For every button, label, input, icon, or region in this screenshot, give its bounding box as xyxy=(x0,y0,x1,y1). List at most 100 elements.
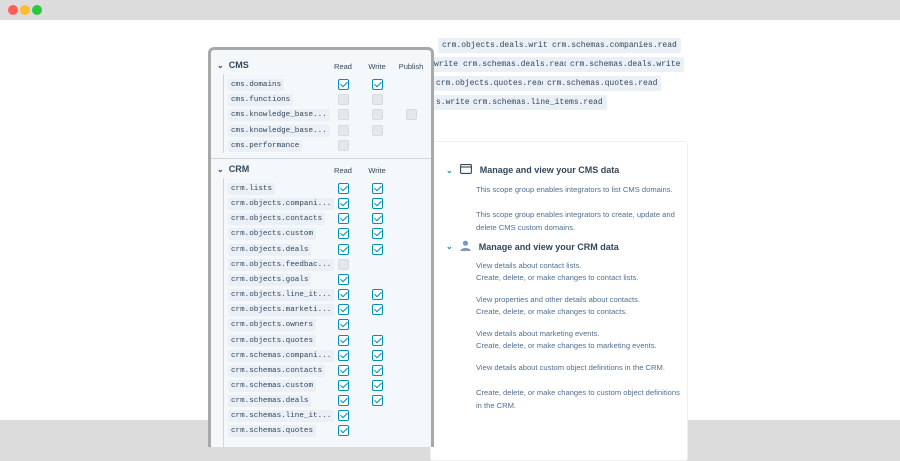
chevron-down-icon: ⌄ xyxy=(446,165,453,175)
scope-row: crm.schemas.contacts xyxy=(228,364,428,379)
scope-name: crm.schemas.line_it... xyxy=(228,410,335,423)
write-permission-checkbox[interactable] xyxy=(372,124,383,136)
scope-row: crm.objects.quotes xyxy=(228,334,428,349)
crm-group-title: CRM xyxy=(228,164,250,174)
scope-row: crm.objects.contacts xyxy=(228,212,428,227)
write-permission-checkbox[interactable] xyxy=(372,213,383,225)
contact-person-icon xyxy=(460,240,471,253)
scope-row: crm.objects.compani... xyxy=(228,197,428,212)
crm-scope-group-toggle[interactable]: ⌄ Manage and view your CRM data xyxy=(446,240,619,253)
scope-name: crm.objects.custom xyxy=(228,228,317,241)
scope-row: crm.objects.owners xyxy=(228,318,428,333)
write-permission-checkbox[interactable] xyxy=(372,289,383,301)
write-permission-checkbox[interactable] xyxy=(372,94,383,106)
crm-desc-contacts-write: Create, delete, or make changes to conta… xyxy=(476,307,628,316)
read-permission-checkbox[interactable] xyxy=(338,228,349,240)
write-permission-checkbox[interactable] xyxy=(372,364,383,376)
read-permission-checkbox[interactable] xyxy=(338,304,349,316)
read-permission-checkbox[interactable] xyxy=(338,213,349,225)
scope-name: crm.schemas.contacts xyxy=(228,364,326,377)
scope-row: crm.schemas.deals xyxy=(228,394,428,409)
read-permission-checkbox[interactable] xyxy=(338,364,349,376)
cms-section-heading: Manage and view your CMS data xyxy=(479,165,620,175)
scope-row: cms.domains xyxy=(228,78,428,93)
read-permission-checkbox[interactable] xyxy=(338,273,349,285)
crm-desc-contacts-read: View properties and other details about … xyxy=(476,295,641,304)
scopes-selection-panel: ⌄ CMS Read Write Publish cms.domains cms.… xyxy=(208,47,434,447)
scope-name: crm.schemas.quotes xyxy=(228,425,317,438)
read-permission-checkbox[interactable] xyxy=(338,395,349,407)
write-permission-checkbox[interactable] xyxy=(372,79,383,90)
scope-row: cms.knowledge_base... xyxy=(228,108,428,123)
read-permission-checkbox[interactable] xyxy=(338,243,349,255)
cms-publish-column-header: Publish xyxy=(398,62,424,71)
read-permission-checkbox[interactable] xyxy=(338,319,349,331)
scope-description-card: ⌄ Manage and view your CMS data This sco… xyxy=(430,141,688,461)
window-titlebar xyxy=(0,0,900,20)
scope-tag: crm.objects.quotes.read xyxy=(432,76,551,91)
write-permission-checkbox[interactable] xyxy=(372,304,383,316)
scope-row: crm.lists xyxy=(228,182,428,197)
scope-name: crm.objects.owners xyxy=(228,319,317,332)
scope-name: cms.knowledge_base... xyxy=(228,124,330,137)
read-permission-checkbox[interactable] xyxy=(338,139,349,151)
write-permission-checkbox[interactable] xyxy=(372,349,383,361)
read-permission-checkbox[interactable] xyxy=(338,198,349,210)
write-permission-checkbox[interactable] xyxy=(372,334,383,346)
scope-row: crm.objects.marketi... xyxy=(228,303,428,318)
scope-row: crm.schemas.compani... xyxy=(228,349,428,364)
read-permission-checkbox[interactable] xyxy=(338,109,349,121)
scope-row: crm.objects.goals xyxy=(228,273,428,288)
maximize-window-button[interactable] xyxy=(32,5,42,15)
cms-desc-domains-write: This scope group enables integrators to … xyxy=(476,210,675,232)
read-permission-checkbox[interactable] xyxy=(338,379,349,391)
scope-name: crm.schemas.deals xyxy=(228,395,312,408)
close-window-button[interactable] xyxy=(8,5,18,15)
read-permission-checkbox[interactable] xyxy=(338,79,349,90)
cms-group-toggle[interactable]: ⌄ CMS xyxy=(217,60,249,70)
crm-group-toggle[interactable]: ⌄ CRM xyxy=(217,164,249,174)
scope-tag: crm.schemas.quotes.read xyxy=(543,76,662,91)
read-permission-checkbox[interactable] xyxy=(338,334,349,346)
scope-tag: write xyxy=(430,57,463,72)
crm-write-column-header: Write xyxy=(368,166,386,175)
crm-desc-marketing-write: Create, delete, or make changes to marke… xyxy=(476,341,657,350)
scope-row: crm.schemas.custom xyxy=(228,379,428,394)
scope-tag: crm.schemas.deals.write xyxy=(566,57,685,72)
scope-row: crm.schemas.quotes xyxy=(228,424,428,439)
scope-name: crm.schemas.compani... xyxy=(228,349,335,362)
read-permission-checkbox[interactable] xyxy=(338,289,349,301)
write-permission-checkbox[interactable] xyxy=(372,395,383,407)
scope-name: crm.objects.compani... xyxy=(228,198,335,211)
write-permission-checkbox[interactable] xyxy=(372,183,383,194)
scope-row: cms.functions xyxy=(228,93,428,108)
chevron-down-icon: ⌄ xyxy=(217,60,224,70)
crm-desc-lists-write: Create, delete, or make changes to conta… xyxy=(476,273,639,282)
write-permission-checkbox[interactable] xyxy=(372,198,383,210)
crm-desc-lists-read: View details about contact lists. xyxy=(476,261,582,270)
read-permission-checkbox[interactable] xyxy=(338,425,349,437)
minimize-window-button[interactable] xyxy=(20,5,30,15)
scope-name: cms.performance xyxy=(228,139,303,152)
scope-name: crm.objects.goals xyxy=(228,273,312,286)
cms-scope-group-toggle[interactable]: ⌄ Manage and view your CMS data xyxy=(446,164,619,176)
scope-row: crm.objects.feedbac... xyxy=(228,258,428,273)
publish-permission-checkbox[interactable] xyxy=(406,109,417,121)
crm-tree-line xyxy=(223,178,224,447)
read-permission-checkbox[interactable] xyxy=(338,124,349,136)
read-permission-checkbox[interactable] xyxy=(338,258,349,270)
write-permission-checkbox[interactable] xyxy=(372,379,383,391)
read-permission-checkbox[interactable] xyxy=(338,183,349,194)
scope-row: crm.objects.line_it... xyxy=(228,288,428,303)
read-permission-checkbox[interactable] xyxy=(338,94,349,106)
write-permission-checkbox[interactable] xyxy=(372,228,383,240)
write-permission-checkbox[interactable] xyxy=(372,243,383,255)
write-permission-checkbox[interactable] xyxy=(372,109,383,121)
scope-name: cms.domains xyxy=(228,79,285,91)
scope-name: crm.lists xyxy=(228,183,276,195)
scope-name: crm.objects.quotes xyxy=(228,334,317,347)
crm-desc-custom-read: View details about custom object definit… xyxy=(476,363,665,372)
scope-name: crm.schemas.custom xyxy=(228,379,317,392)
read-permission-checkbox[interactable] xyxy=(338,349,349,361)
crm-desc-custom-write: Create, delete, or make changes to custo… xyxy=(476,388,680,410)
